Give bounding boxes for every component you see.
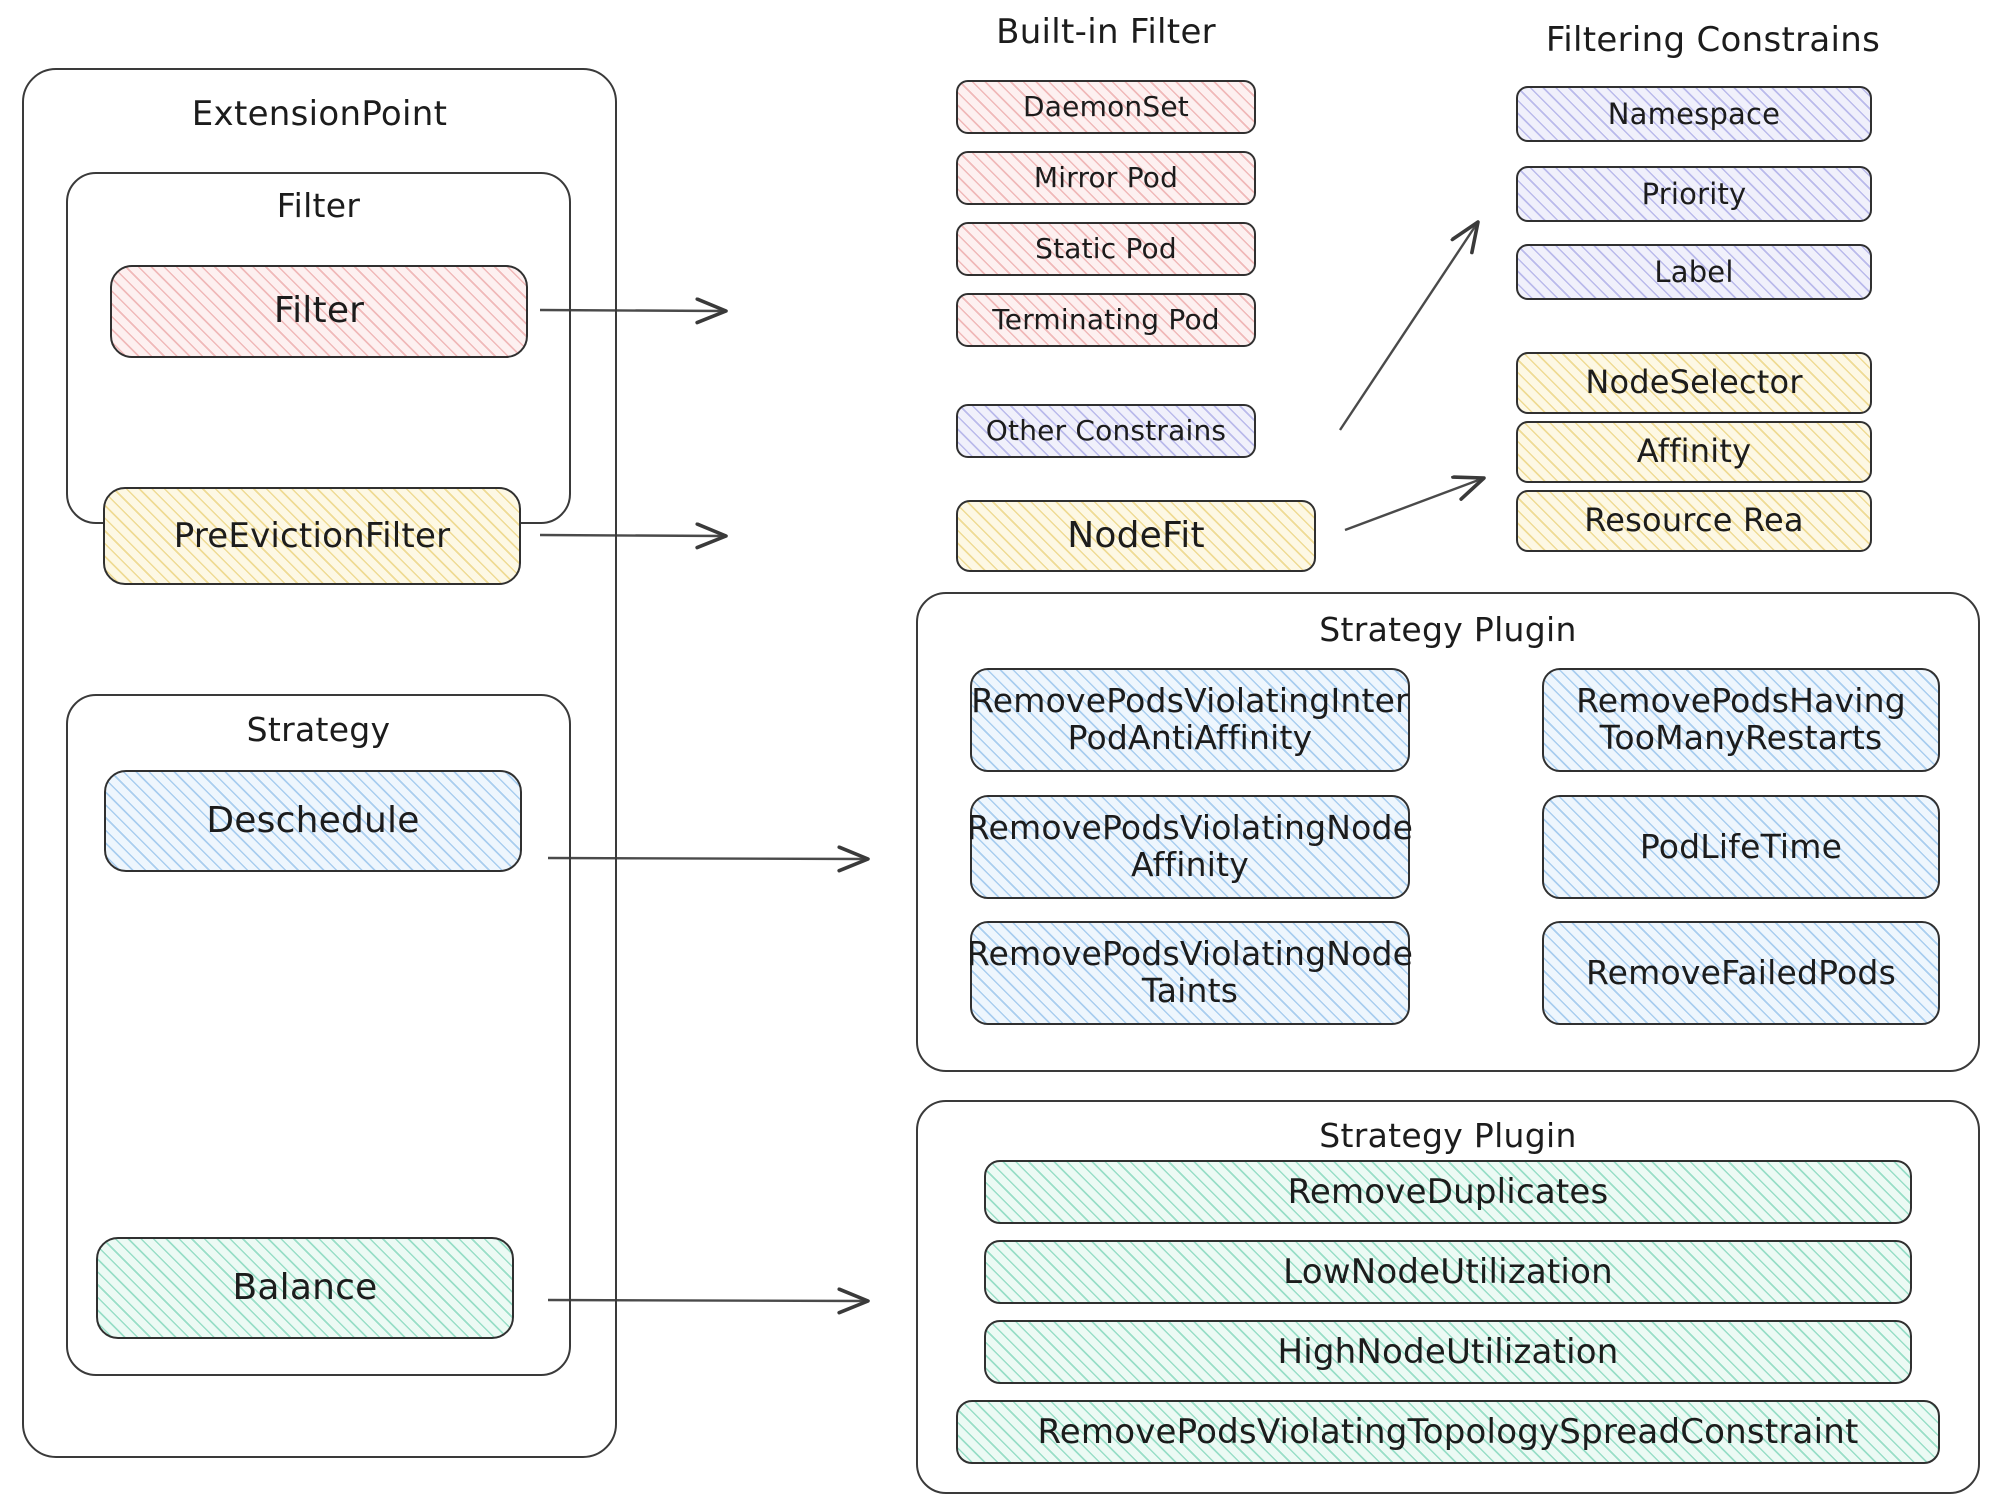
plugin-removeduplicates-label: RemoveDuplicates <box>1287 1171 1609 1212</box>
builtin-filter-terminating-pod[interactable]: Terminating Pod <box>956 293 1256 347</box>
plugin-podlifetime-label: PodLifeTime <box>1639 826 1843 866</box>
builtin-filter-nodefit-label: NodeFit <box>1067 514 1205 556</box>
builtin-filter-daemonset[interactable]: DaemonSet <box>956 80 1256 134</box>
filtering-constrains-affinity[interactable]: Affinity <box>1516 421 1872 483</box>
filtering-constrains-nodeselector[interactable]: NodeSelector <box>1516 352 1872 414</box>
plugin-removeduplicates[interactable]: RemoveDuplicates <box>984 1160 1912 1224</box>
plugin-podlifetime[interactable]: PodLifeTime <box>1542 795 1940 899</box>
plugin-highnodeutilization[interactable]: HighNodeUtilization <box>984 1320 1912 1384</box>
strategy-plugin-deschedule-title: Strategy Plugin <box>1319 610 1577 649</box>
filtering-constrains-affinity-label: Affinity <box>1636 432 1752 471</box>
plugin-removepodshavingtoomanyrestarts-label: RemovePodsHaving TooManyRestarts <box>1576 681 1906 757</box>
plugin-removepodsviolatinginterpodantiaffinity-label: RemovePodsViolatingInter PodAntiAffinity <box>971 681 1409 757</box>
extension-point-preevictionfilter-box[interactable]: PreEvictionFilter <box>103 487 521 585</box>
plugin-removepodsviolatingnodeaffinity-label: RemovePodsViolatingNode Affinity <box>966 808 1414 884</box>
plugin-removepodsviolatingnodeaffinity[interactable]: RemovePodsViolatingNode Affinity <box>967 795 1413 899</box>
plugin-removepodshavingtoomanyrestarts[interactable]: RemovePodsHaving TooManyRestarts <box>1542 668 1940 772</box>
strategy-group-title: Strategy <box>246 710 391 749</box>
plugin-removepodsviolatingtopologyspreadconstraint[interactable]: RemovePodsViolatingTopologySpreadConstra… <box>956 1400 1940 1464</box>
plugin-lownodeutilization-label: LowNodeUtilization <box>1283 1251 1613 1292</box>
builtin-filter-nodefit[interactable]: NodeFit <box>956 500 1316 572</box>
builtin-filter-title: Built-in Filter <box>996 12 1216 52</box>
arrow-otherconstrains-to-constrains <box>1339 222 1478 431</box>
builtin-filter-other-constrains-label: Other Constrains <box>985 414 1227 448</box>
plugin-removefailedpods[interactable]: RemoveFailedPods <box>1542 921 1940 1025</box>
filtering-constrains-title: Filtering Constrains <box>1545 20 1881 60</box>
extension-point-title: ExtensionPoint <box>191 94 448 134</box>
builtin-filter-mirror-pod-label: Mirror Pod <box>1033 161 1179 195</box>
plugin-removefailedpods-label: RemoveFailedPods <box>1586 952 1896 992</box>
plugin-lownodeutilization[interactable]: LowNodeUtilization <box>984 1240 1912 1304</box>
filtering-constrains-label[interactable]: Label <box>1516 244 1872 300</box>
extension-point-filter-label: Filter <box>273 290 365 332</box>
builtin-filter-other-constrains[interactable]: Other Constrains <box>956 404 1256 458</box>
builtin-filter-terminating-pod-label: Terminating Pod <box>992 303 1220 337</box>
filtering-constrains-namespace-label: Namespace <box>1607 96 1781 131</box>
filtering-constrains-namespace[interactable]: Namespace <box>1516 86 1872 142</box>
diagram-canvas: ExtensionPoint Filter Filter PreEviction… <box>0 0 2004 1504</box>
plugin-removepodsviolatinginterpodantiaffinity[interactable]: RemovePodsViolatingInter PodAntiAffinity <box>970 668 1410 772</box>
arrow-nodefit-to-constrains <box>1344 478 1484 532</box>
plugin-removepodsviolatingnodetaints-label: RemovePodsViolatingNode Taints <box>966 934 1414 1010</box>
extension-point-balance-box[interactable]: Balance <box>96 1237 514 1339</box>
builtin-filter-mirror-pod[interactable]: Mirror Pod <box>956 151 1256 205</box>
filtering-constrains-label-label: Label <box>1654 254 1734 289</box>
extension-point-balance-label: Balance <box>232 1266 378 1308</box>
extension-point-deschedule-label: Deschedule <box>206 799 420 841</box>
filtering-constrains-priority-label: Priority <box>1641 176 1747 211</box>
strategy-plugin-balance-title: Strategy Plugin <box>1319 1116 1577 1155</box>
plugin-removepodsviolatingnodetaints[interactable]: RemovePodsViolatingNode Taints <box>967 921 1413 1025</box>
plugin-removepodsviolatingtopologyspreadconstraint-label: RemovePodsViolatingTopologySpreadConstra… <box>1037 1411 1859 1452</box>
builtin-filter-static-pod[interactable]: Static Pod <box>956 222 1256 276</box>
filter-group-title: Filter <box>276 186 361 225</box>
filtering-constrains-resource-req-label: Resource Rea <box>1584 501 1804 540</box>
filtering-constrains-nodeselector-label: NodeSelector <box>1585 363 1803 402</box>
extension-point-deschedule-box[interactable]: Deschedule <box>104 770 522 872</box>
plugin-highnodeutilization-label: HighNodeUtilization <box>1277 1331 1619 1372</box>
filtering-constrains-priority[interactable]: Priority <box>1516 166 1872 222</box>
filtering-constrains-resource-req[interactable]: Resource Rea <box>1516 490 1872 552</box>
extension-point-filter-box[interactable]: Filter <box>110 265 528 358</box>
extension-point-preevictionfilter-label: PreEvictionFilter <box>173 515 451 556</box>
builtin-filter-daemonset-label: DaemonSet <box>1023 90 1189 124</box>
builtin-filter-static-pod-label: Static Pod <box>1035 232 1177 266</box>
